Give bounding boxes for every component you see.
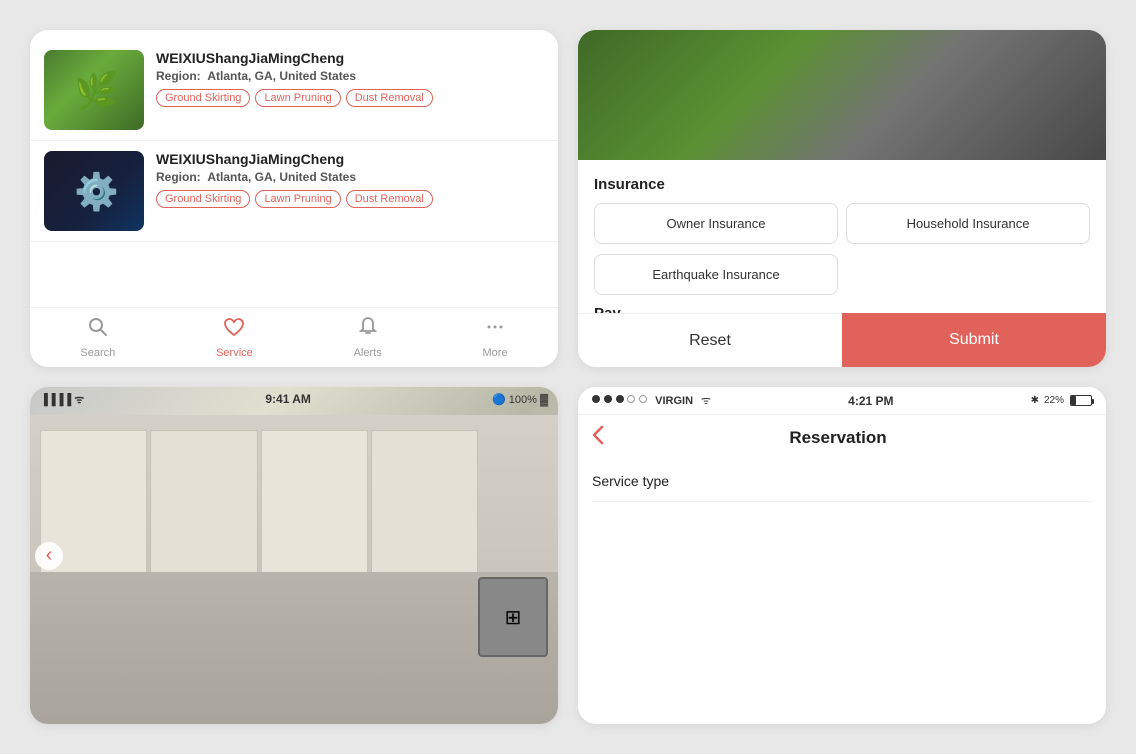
reservation-header: Reservation <box>578 415 1106 461</box>
service-item-info-1: WEIXIUShangJiaMingCheng Region: Atlanta,… <box>156 50 544 107</box>
service-item-image-2 <box>44 151 144 231</box>
kitchen-battery: 🔵 100% ▓ <box>492 393 548 406</box>
household-insurance-btn[interactable]: Household Insurance <box>846 203 1090 244</box>
submit-button[interactable]: Submit <box>842 313 1106 367</box>
service-list-card: WEIXIUShangJiaMingCheng Region: Atlanta,… <box>30 30 558 367</box>
nav-alerts[interactable]: Alerts <box>354 316 382 359</box>
res-time: 4:21 PM <box>848 394 893 408</box>
nav-service[interactable]: Service <box>216 316 253 359</box>
bluetooth-icon: ✱ <box>1031 395 1039 406</box>
service-item-title-2: WEIXIUShangJiaMingCheng <box>156 151 544 167</box>
more-icon <box>484 316 506 344</box>
service-type-label: Service type <box>592 473 669 489</box>
tags-2: Ground Skirting Lawn Pruning Dust Remova… <box>156 190 544 208</box>
wifi-icon: ᯤ <box>701 393 711 408</box>
earthquake-insurance-btn[interactable]: Earthquake Insurance <box>594 254 838 295</box>
res-battery: ✱ 22% <box>1031 395 1092 406</box>
kitchen-image: ⊞ ‹ <box>30 387 558 724</box>
service-item-info-2: WEIXIUShangJiaMingCheng Region: Atlanta,… <box>156 151 544 208</box>
nav-search-label: Search <box>80 347 115 359</box>
back-button[interactable] <box>592 425 604 451</box>
service-item-1[interactable]: WEIXIUShangJiaMingCheng Region: Atlanta,… <box>30 40 558 141</box>
reservation-title: Reservation <box>614 428 1062 448</box>
service-item-region-2: Region: Atlanta, GA, United States <box>156 170 544 184</box>
tag-lawn-pruning-1: Lawn Pruning <box>255 89 340 107</box>
tag-ground-skirting-2: Ground Skirting <box>156 190 250 208</box>
region-value-1: Atlanta, GA, United States <box>207 69 356 83</box>
service-item-2[interactable]: WEIXIUShangJiaMingCheng Region: Atlanta,… <box>30 141 558 242</box>
nav-more[interactable]: More <box>483 316 508 359</box>
reservation-status-bar: VIRGIN ᯤ 4:21 PM ✱ 22% <box>578 387 1106 415</box>
form-actions: Reset Submit <box>578 313 1106 367</box>
tag-dust-removal-2: Dust Removal <box>346 190 433 208</box>
kitchen-status-bar: ▐▐▐▐ ᯤ 9:41 AM 🔵 100% ▓ <box>30 387 558 411</box>
nav-service-label: Service <box>216 347 253 359</box>
reservation-card: VIRGIN ᯤ 4:21 PM ✱ 22% Reservation Servi… <box>578 387 1106 724</box>
service-item-image-1 <box>44 50 144 130</box>
bottom-nav: Search Service Alerts <box>30 307 558 367</box>
signal-dots <box>592 395 651 406</box>
prev-button[interactable]: ‹ <box>35 542 63 570</box>
region-label-1: Region: <box>156 69 201 83</box>
tags-1: Ground Skirting Lawn Pruning Dust Remova… <box>156 89 544 107</box>
tag-ground-skirting-1: Ground Skirting <box>156 89 250 107</box>
res-signal: VIRGIN ᯤ <box>592 393 711 408</box>
battery-bar <box>1070 395 1092 406</box>
tag-lawn-pruning-2: Lawn Pruning <box>255 190 340 208</box>
service-heart-icon <box>223 316 245 344</box>
alerts-bell-icon <box>357 316 379 344</box>
prev-icon: ‹ <box>46 544 53 567</box>
kitchen-signal: ▐▐▐▐ ᯤ <box>40 392 84 407</box>
service-item-title-1: WEIXIUShangJiaMingCheng <box>156 50 544 66</box>
reset-button[interactable]: Reset <box>578 313 842 367</box>
nav-search[interactable]: Search <box>80 316 115 359</box>
reservation-content: Service type <box>578 461 1106 502</box>
service-item-region-1: Region: Atlanta, GA, United States <box>156 69 544 83</box>
region-value-2: Atlanta, GA, United States <box>207 170 356 184</box>
insurance-section-title: Insurance <box>594 176 1090 193</box>
tag-dust-removal-1: Dust Removal <box>346 89 433 107</box>
kitchen-card: ▐▐▐▐ ᯤ 9:41 AM 🔵 100% ▓ ⊞ ‹ <box>30 387 558 724</box>
region-label-2: Region: <box>156 170 201 184</box>
search-icon <box>87 316 109 344</box>
insurance-button-grid: Owner Insurance Household Insurance <box>594 203 1090 244</box>
insurance-form-card: Insurance Owner Insurance Household Insu… <box>578 30 1106 367</box>
form-image-strip <box>578 30 1106 160</box>
carrier-name: VIRGIN <box>655 395 693 407</box>
nav-more-label: More <box>483 347 508 359</box>
owner-insurance-btn[interactable]: Owner Insurance <box>594 203 838 244</box>
battery-percent: 22% <box>1044 395 1064 406</box>
service-type-row: Service type <box>592 461 1092 502</box>
nav-alerts-label: Alerts <box>354 347 382 359</box>
kitchen-time: 9:41 AM <box>265 392 311 406</box>
